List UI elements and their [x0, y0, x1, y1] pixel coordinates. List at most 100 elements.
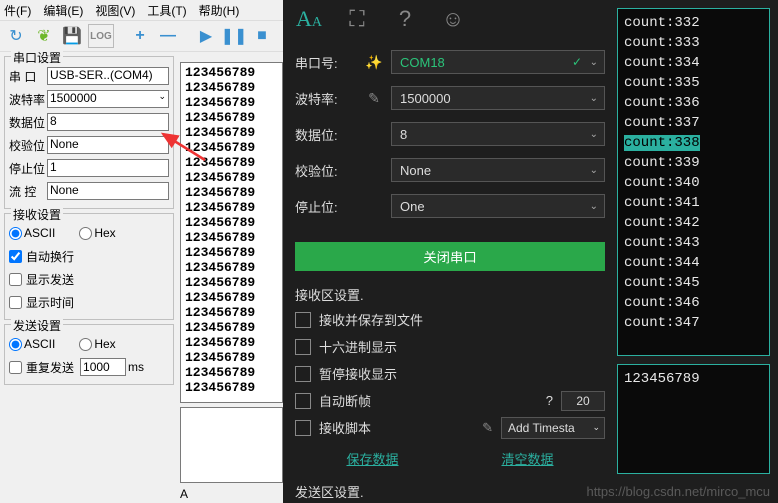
left-output-panel[interactable]: 1234567891234567891234567891234567891234…	[180, 62, 283, 403]
showsend-label: 显示发送	[26, 271, 74, 288]
group-port-settings: 串口设置 串 口USB-SER..(COM4) 波特率1500000⌄ 数据位8…	[4, 56, 174, 209]
clear-data-link[interactable]: 清空数据	[501, 449, 553, 468]
play-icon[interactable]: ▶	[194, 24, 218, 48]
r-parity-select[interactable]: None⌄	[391, 158, 605, 182]
showtime-checkbox[interactable]	[9, 296, 22, 309]
pen-icon[interactable]: ✎	[482, 420, 493, 436]
wand-icon[interactable]: ✨	[357, 54, 391, 71]
r-port-label: 串口号:	[295, 53, 357, 72]
recv-links: 保存数据 清空数据	[283, 441, 617, 476]
recv-section-title: 接收区设置.	[283, 279, 617, 306]
help-icon[interactable]: ?	[391, 6, 419, 32]
crop-icon[interactable]: ⛶	[343, 6, 371, 32]
recv-hex-radio[interactable]	[79, 227, 92, 240]
terminal-output-top[interactable]: count:332count:333count:334count:335coun…	[617, 8, 770, 356]
menu-tools[interactable]: 工具(T)	[147, 2, 186, 19]
r-baud-label: 波特率:	[295, 89, 357, 108]
save-icon[interactable]: 💾	[60, 24, 84, 48]
menu-edit[interactable]: 编辑(E)	[43, 2, 83, 19]
repeat-label: 重复发送	[26, 359, 74, 376]
stop-icon[interactable]: ■	[250, 24, 274, 48]
repeat-checkbox[interactable]	[9, 361, 22, 374]
flow-select[interactable]: None	[47, 182, 169, 200]
right-serial-tool: AA ⛶ ? ☺ 串口号: ✨ COM18✓⌄ 波特率: ✎ 1500000⌄ …	[283, 0, 778, 503]
left-send-box[interactable]	[180, 407, 283, 483]
baud-label: 波特率	[9, 91, 47, 108]
script-label: 接收脚本	[319, 418, 371, 437]
r-databits-select[interactable]: 8⌄	[391, 122, 605, 146]
menu-bar: 件(F) 编辑(E) 视图(V) 工具(T) 帮助(H)	[0, 0, 283, 20]
port-label: 串 口	[9, 68, 47, 85]
font-icon[interactable]: AA	[295, 6, 323, 32]
leaf-icon[interactable]: ❦	[32, 24, 56, 48]
send-hex-radio[interactable]	[79, 338, 92, 351]
recv-ascii-radio[interactable]	[9, 227, 22, 240]
parity-select[interactable]: None	[47, 136, 169, 154]
recv-ascii-label: ASCII	[24, 226, 55, 240]
right-port-form: 串口号: ✨ COM18✓⌄ 波特率: ✎ 1500000⌄ 数据位: 8⌄ 校…	[283, 38, 617, 234]
r-stopbits-select[interactable]: One⌄	[391, 194, 605, 218]
group-recv-settings: 接收设置 ASCII Hex 自动换行 显示发送 显示时间	[4, 213, 174, 320]
left-serial-tool: 件(F) 编辑(E) 视图(V) 工具(T) 帮助(H) ↻ ❦ 💾 LOG +…	[0, 0, 283, 503]
send-section-title: 发送区设置.	[283, 476, 617, 503]
autowrap-checkbox[interactable]	[9, 250, 22, 263]
right-topbar: AA ⛶ ? ☺	[283, 0, 617, 38]
group-title: 发送设置	[11, 317, 63, 334]
autoframe-input[interactable]	[561, 391, 605, 411]
r-databits-label: 数据位:	[295, 125, 357, 144]
plus-icon[interactable]: +	[128, 24, 152, 48]
right-output-column: count:332count:333count:334count:335coun…	[617, 0, 778, 503]
ms-label: ms	[128, 360, 144, 374]
stopbits-select[interactable]: 1	[47, 159, 169, 177]
baud-select[interactable]: 1500000⌄	[47, 90, 169, 108]
save-data-link[interactable]: 保存数据	[346, 449, 398, 468]
r-port-select[interactable]: COM18✓⌄	[391, 50, 605, 74]
databits-label: 数据位	[9, 114, 47, 131]
showtime-label: 显示时间	[26, 294, 74, 311]
flow-label: 流 控	[9, 183, 47, 200]
menu-file[interactable]: 件(F)	[4, 2, 31, 19]
parity-label: 校验位	[9, 137, 47, 154]
close-port-button[interactable]: 关闭串口	[295, 242, 605, 271]
group-send-settings: 发送设置 ASCII Hex 重复发送 ms	[4, 324, 174, 385]
script-checkbox[interactable]	[295, 420, 311, 436]
toolbar: ↻ ❦ 💾 LOG + — ▶ ❚❚ ■	[0, 20, 283, 52]
send-ascii-radio[interactable]	[9, 338, 22, 351]
group-title: 接收设置	[11, 206, 63, 223]
autowrap-label: 自动换行	[26, 248, 74, 265]
hex-checkbox[interactable]	[295, 339, 311, 355]
databits-select[interactable]: 8	[47, 113, 169, 131]
send-hex-label: Hex	[94, 337, 115, 351]
menu-view[interactable]: 视图(V)	[95, 2, 135, 19]
stopbits-label: 停止位	[9, 160, 47, 177]
pause-label: 暂停接收显示	[319, 364, 397, 383]
r-stopbits-label: 停止位:	[295, 197, 357, 216]
minus-icon[interactable]: —	[156, 24, 180, 48]
left-status: A	[180, 487, 188, 501]
terminal-output-bottom[interactable]: 123456789	[617, 364, 770, 474]
smile-icon[interactable]: ☺	[439, 6, 467, 32]
pause-icon[interactable]: ❚❚	[222, 24, 246, 48]
send-ascii-label: ASCII	[24, 337, 55, 351]
r-parity-label: 校验位:	[295, 161, 357, 180]
savefile-label: 接收并保存到文件	[319, 310, 423, 329]
recv-hex-label: Hex	[94, 226, 115, 240]
autoframe-label: 自动断帧	[319, 391, 371, 410]
menu-help[interactable]: 帮助(H)	[199, 2, 240, 19]
pen-icon[interactable]: ✎	[357, 90, 391, 107]
r-baud-select[interactable]: 1500000⌄	[391, 86, 605, 110]
autoframe-checkbox[interactable]	[295, 393, 311, 409]
pause-checkbox[interactable]	[295, 366, 311, 382]
savefile-checkbox[interactable]	[295, 312, 311, 328]
script-select[interactable]: Add Timesta⌄	[501, 417, 605, 439]
showsend-checkbox[interactable]	[9, 273, 22, 286]
log-icon[interactable]: LOG	[88, 24, 114, 48]
autoframe-help[interactable]: ?	[546, 393, 553, 408]
refresh-icon[interactable]: ↻	[4, 24, 28, 48]
group-title: 串口设置	[11, 49, 63, 66]
port-select[interactable]: USB-SER..(COM4)	[47, 67, 169, 85]
repeat-interval-input[interactable]	[80, 358, 126, 376]
right-settings-panel: AA ⛶ ? ☺ 串口号: ✨ COM18✓⌄ 波特率: ✎ 1500000⌄ …	[283, 0, 617, 503]
watermark: https://blog.csdn.net/mirco_mcu	[586, 484, 770, 499]
hex-label: 十六进制显示	[319, 337, 397, 356]
